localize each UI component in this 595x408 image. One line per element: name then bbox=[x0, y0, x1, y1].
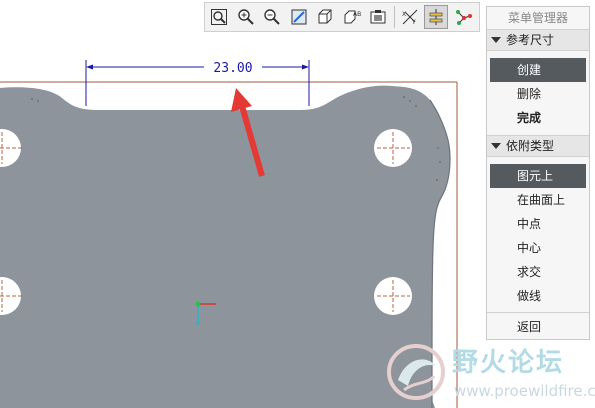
view-toolbar: AB XY bbox=[204, 2, 480, 32]
layers-button[interactable] bbox=[366, 5, 390, 29]
repaint-button[interactable] bbox=[287, 5, 311, 29]
zoom-in-icon bbox=[237, 9, 254, 25]
svg-text:Y: Y bbox=[411, 19, 416, 26]
saved-views-button[interactable]: AB bbox=[340, 5, 364, 29]
datum-axes-icon bbox=[429, 9, 443, 25]
datum-points-button[interactable] bbox=[451, 5, 475, 29]
graphics-window[interactable]: 23.00 bbox=[0, 34, 480, 408]
hole-bottom-right bbox=[374, 277, 412, 315]
view-orientation-button[interactable] bbox=[313, 5, 337, 29]
reference-dimension[interactable]: 23.00 bbox=[85, 60, 310, 106]
datum-axes-button[interactable] bbox=[424, 5, 448, 29]
menu-manager: 菜单管理器 参考尺寸 创建 删除 完成 依附类型 图元上 在曲面上 中点 中心 … bbox=[486, 6, 590, 340]
menu-item-done[interactable]: 完成 bbox=[487, 106, 589, 130]
dimension-value[interactable]: 23.00 bbox=[213, 61, 252, 76]
zoom-out-button[interactable] bbox=[260, 5, 284, 29]
svg-text:AB: AB bbox=[353, 11, 361, 18]
menu-item-center[interactable]: 中心 bbox=[487, 236, 589, 260]
menu-manager-title: 菜单管理器 bbox=[507, 11, 568, 25]
menu-item-create[interactable]: 创建 bbox=[490, 58, 586, 82]
zoom-in-button[interactable] bbox=[234, 5, 258, 29]
zoom-fit-button[interactable] bbox=[207, 5, 231, 29]
section-reference-dimension[interactable]: 参考尺寸 bbox=[487, 29, 589, 51]
datum-points-icon bbox=[455, 10, 472, 25]
collapse-triangle-icon bbox=[491, 143, 501, 149]
menu-item-delete[interactable]: 删除 bbox=[487, 82, 589, 106]
model-view[interactable]: 23.00 bbox=[0, 34, 480, 408]
section-attach-type[interactable]: 依附类型 bbox=[487, 135, 589, 157]
zoom-fit-icon bbox=[211, 9, 227, 25]
svg-text:X: X bbox=[402, 11, 406, 18]
menu-item-return[interactable]: 返回 bbox=[487, 315, 589, 339]
datum-planes-button[interactable]: XY bbox=[398, 5, 422, 29]
layers-icon bbox=[370, 10, 386, 24]
hole-top-right bbox=[374, 129, 412, 167]
collapse-triangle-icon bbox=[491, 37, 501, 43]
menu-item-intersect[interactable]: 求交 bbox=[487, 260, 589, 284]
datum-planes-icon: XY bbox=[402, 9, 417, 26]
zoom-out-icon bbox=[264, 9, 280, 25]
saved-views-icon: AB bbox=[344, 10, 361, 24]
toolbar-separator bbox=[393, 6, 395, 28]
repaint-icon bbox=[291, 9, 306, 25]
section-label: 参考尺寸 bbox=[506, 33, 555, 47]
menu-item-make-line[interactable]: 做线 bbox=[487, 284, 589, 308]
view-orientation-icon bbox=[318, 9, 332, 24]
section-label: 依附类型 bbox=[506, 139, 555, 153]
menu-item-on-surface[interactable]: 在曲面上 bbox=[487, 188, 589, 212]
menu-item-midpoint[interactable]: 中点 bbox=[487, 212, 589, 236]
menu-item-on-entity[interactable]: 图元上 bbox=[490, 164, 586, 188]
